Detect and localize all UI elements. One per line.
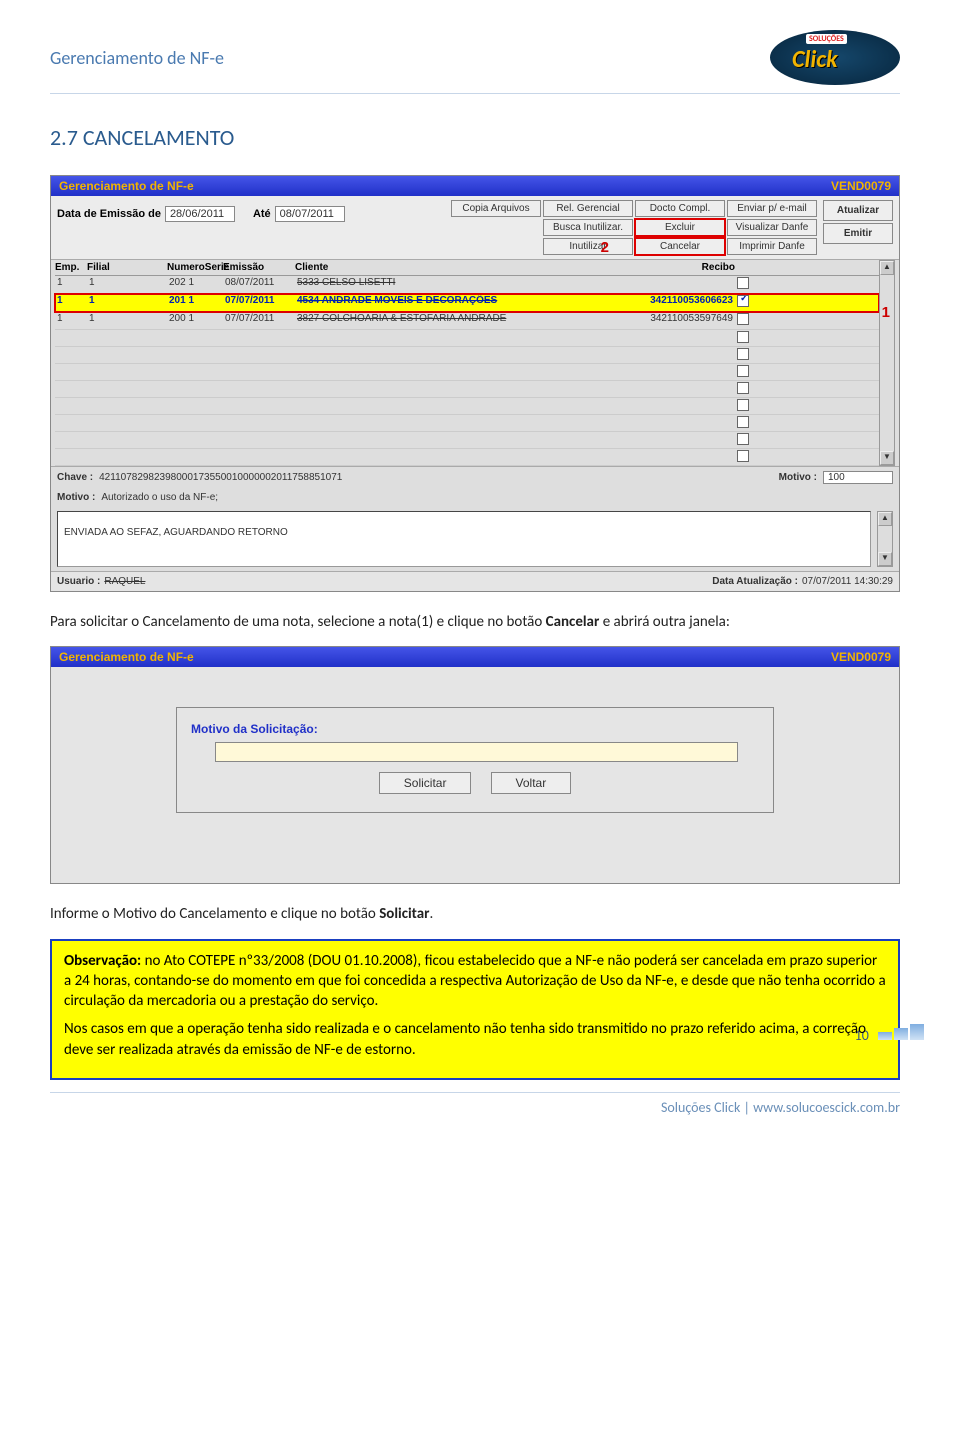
body-text-1: Para solicitar o Cancelamento de uma not… — [50, 612, 900, 632]
observation-box: Observação: no Ato COTEPE nº33/2008 (DOU… — [50, 939, 900, 1080]
data-atual-label: Data Atualização : — [712, 576, 798, 587]
scroll-up-icon[interactable]: ▲ — [878, 512, 892, 526]
body-text-2: Informe o Motivo do Cancelamento e cliqu… — [50, 904, 900, 924]
checkbox[interactable] — [737, 331, 749, 343]
titlebar-right: VEND0079 — [831, 650, 891, 664]
titlebar-left: Gerenciamento de NF-e — [59, 179, 194, 193]
motivo-label: Motivo da Solicitação: — [191, 722, 318, 736]
checkbox[interactable] — [737, 277, 749, 289]
titlebar: Gerenciamento de NF-e VEND0079 — [51, 176, 899, 196]
btn-solicitar[interactable]: Solicitar — [379, 772, 472, 794]
table-row[interactable]: 1 1 200 1 07/07/2011 3827 COLCHOARIA & E… — [55, 312, 879, 330]
titlebar-left: Gerenciamento de NF-e — [59, 650, 194, 664]
table-row[interactable]: 1 1 202 1 08/07/2011 5333 CELSO LISETTI — [55, 276, 879, 294]
date-to-input[interactable]: 08/07/2011 — [275, 206, 345, 222]
data-atual-value: 07/07/2011 14:30:29 — [802, 576, 893, 587]
scrollbar[interactable]: ▲ ▼ — [877, 511, 893, 567]
checkbox[interactable] — [737, 365, 749, 377]
titlebar-right: VEND0079 — [831, 179, 891, 193]
motivo-input[interactable] — [215, 742, 737, 762]
scroll-up-icon[interactable]: ▲ — [880, 261, 894, 275]
chave-label: Chave : — [57, 472, 93, 483]
checkbox[interactable] — [737, 399, 749, 411]
scrollbar[interactable]: ▲ ▼ — [879, 260, 895, 466]
date-to-label: Até — [253, 208, 271, 220]
usuario-value: RAQUEL — [104, 576, 145, 587]
doc-title: Gerenciamento de NF-e — [50, 47, 224, 69]
checkbox[interactable] — [737, 313, 749, 325]
btn-visualizar-danfe[interactable]: Visualizar Danfe — [727, 219, 817, 236]
titlebar: Gerenciamento de NF-e VEND0079 — [51, 647, 899, 667]
checkbox[interactable] — [737, 348, 749, 360]
btn-voltar[interactable]: Voltar — [491, 772, 572, 794]
usuario-label: Usuario : — [57, 576, 100, 587]
app-window-1: Gerenciamento de NF-e VEND0079 Data de E… — [50, 175, 900, 592]
btn-copia-arquivos[interactable]: Copia Arquivos — [451, 200, 541, 217]
motivo2-value: Autorizado o uso da NF-e; — [101, 492, 218, 503]
scroll-down-icon[interactable]: ▼ — [878, 552, 892, 566]
motivo-box: Motivo da Solicitação: Solicitar Voltar — [176, 707, 774, 813]
btn-excluir[interactable]: Excluir — [635, 219, 725, 236]
section-heading: 2.7 CANCELAMENTO — [50, 124, 900, 151]
btn-enviar-email[interactable]: Enviar p/ e-mail — [727, 200, 817, 217]
btn-docto-compl[interactable]: Docto Compl. — [635, 200, 725, 217]
motivo-num-value: 100 — [823, 471, 893, 484]
checkbox[interactable] — [737, 382, 749, 394]
btn-rel-gerencial[interactable]: Rel. Gerencial — [543, 200, 633, 217]
btn-inutilizar[interactable]: Inutilizar — [543, 238, 633, 255]
btn-atualizar[interactable]: Atualizar — [823, 200, 893, 221]
annotation-1: 1 — [882, 304, 890, 321]
date-from-input[interactable]: 28/06/2011 — [165, 206, 235, 222]
page-footer: Soluções Click | www.solucoescick.com.br — [50, 1092, 900, 1116]
btn-emitir[interactable]: Emitir — [823, 223, 893, 244]
checkbox[interactable] — [737, 416, 749, 428]
btn-imprimir-danfe[interactable]: Imprimir Danfe — [727, 238, 817, 255]
grid-header: Emp. Filial NumeroSerie Emissão Cliente … — [55, 260, 879, 276]
motivo2-label: Motivo : — [57, 492, 95, 503]
app-window-2: Gerenciamento de NF-e VEND0079 Motivo da… — [50, 646, 900, 884]
table-row[interactable]: 1 1 201 1 07/07/2011 4534 ANDRADE MOVEIS… — [55, 294, 879, 312]
checkbox[interactable] — [737, 433, 749, 445]
btn-cancelar[interactable]: Cancelar — [635, 238, 725, 255]
annotation-2: 2 — [601, 239, 609, 256]
motivo-num-label: Motivo : — [779, 472, 817, 483]
status-textarea: ENVIADA AO SEFAZ, AGUARDANDO RETORNO — [57, 511, 871, 567]
date-from-label: Data de Emissão de — [57, 208, 161, 220]
logo: SOLUÇÕES Click — [770, 30, 900, 85]
chave-value: 4211078298239800017355001000000201175885… — [99, 472, 773, 483]
btn-busca-inutilizar[interactable]: Busca Inutilizar. — [543, 219, 633, 236]
checkbox[interactable] — [737, 295, 749, 307]
checkbox[interactable] — [737, 450, 749, 462]
scroll-down-icon[interactable]: ▼ — [880, 451, 894, 465]
